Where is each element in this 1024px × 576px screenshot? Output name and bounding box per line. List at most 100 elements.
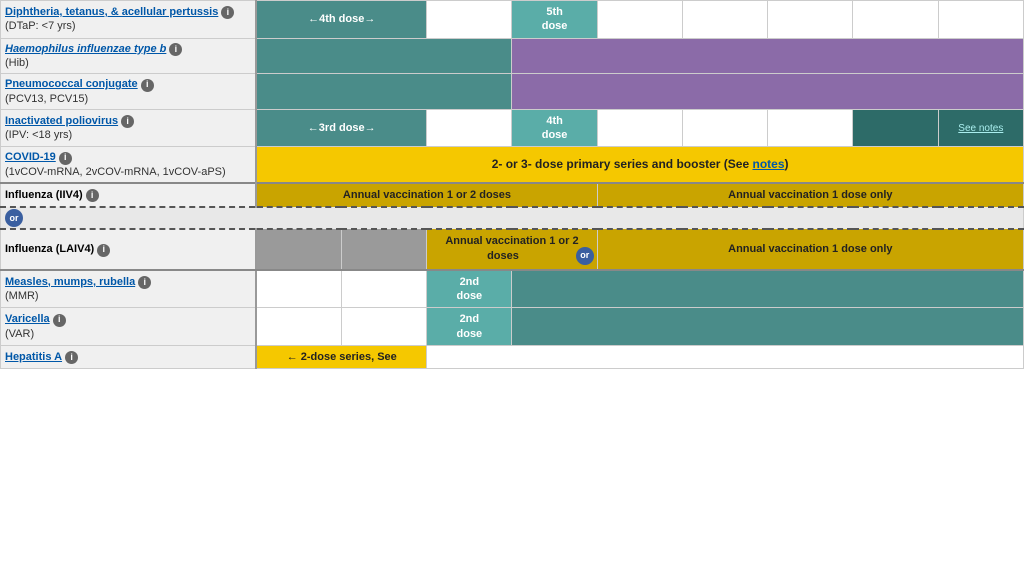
vaccine-subtext: (1vCOV-mRNA, 2vCOV-mRNA, 1vCOV-aPS) [5, 166, 226, 178]
dose-cell-3-0: ←3rd dose→ [256, 109, 427, 147]
cell-text: 5thdose [542, 6, 568, 32]
table-row: Hepatitis A i ← 2-dose series, See [1, 345, 1024, 368]
info-icon[interactable]: i [65, 351, 78, 364]
dose-cell-6-1 [341, 229, 426, 269]
dose-cell-0-0: ←4th dose→ [256, 1, 427, 39]
vaccine-name: Influenza (LAIV4) [5, 243, 94, 255]
dose-cell-0-4 [682, 1, 767, 39]
dose-cell-3-7: See notes [938, 109, 1023, 147]
dose-cell-3-3 [597, 109, 682, 147]
dose-cell-5-1: Annual vaccination 1 dose only [597, 183, 1023, 207]
table-row: Influenza (LAIV4) i Annual vaccination 1 … [1, 229, 1024, 269]
cell-text: Annual vaccination 1 dose only [728, 243, 892, 255]
info-icon[interactable]: i [169, 43, 182, 56]
dose-cell-7-3 [512, 270, 1024, 308]
cell-text: 4thdose [542, 115, 568, 141]
table-row: Inactivated poliovirus i (IPV: <18 yrs) ←3… [1, 109, 1024, 147]
dose-cell-6-0 [256, 229, 341, 269]
info-icon[interactable]: i [59, 152, 72, 165]
table-row: Measles, mumps, rubella i (MMR) 2nddose [1, 270, 1024, 308]
dose-cell-0-2: 5thdose [512, 1, 597, 39]
dose-cell-0-1 [427, 1, 512, 39]
vaccine-link[interactable]: Diphtheria, tetanus, & acellular pertuss… [5, 6, 218, 18]
info-icon[interactable]: i [86, 189, 99, 202]
dose-cell-8-2: 2nddose [427, 308, 512, 346]
cell-text: Annual vaccination 1 or 2 doses [343, 189, 511, 201]
dose-cell-0-3 [597, 1, 682, 39]
dose-cell-8-1 [341, 308, 426, 346]
table-row: Varicella i (VAR) 2nddose [1, 308, 1024, 346]
hep-a-text: ← 2-dose series, See [287, 351, 397, 363]
vaccination-table: Diphtheria, tetanus, & acellular pertuss… [0, 0, 1024, 369]
vaccine-link[interactable]: Pneumococcal conjugate [5, 78, 138, 90]
dose-cell-3-1 [427, 109, 512, 147]
dose-cell-6-3: Annual vaccination 1 dose only [597, 229, 1023, 269]
notes-link[interactable]: notes [752, 157, 784, 171]
table-row: Influenza (IIV4) i Annual vaccination 1 o… [1, 183, 1024, 207]
info-icon[interactable]: i [97, 244, 110, 257]
dose-cell-2-1 [512, 74, 1024, 110]
vaccine-name-cell: COVID-19 i(1vCOV-mRNA, 2vCOV-mRNA, 1vCOV… [1, 147, 257, 183]
vaccine-link[interactable]: Varicella [5, 313, 50, 325]
vaccine-name-cell: Diphtheria, tetanus, & acellular pertuss… [1, 1, 257, 39]
or-badge: or [5, 209, 23, 227]
vaccine-subtext: (IPV: <18 yrs) [5, 129, 72, 141]
dose-cell-0-7 [938, 1, 1023, 39]
info-icon[interactable]: i [53, 314, 66, 327]
table-row: Pneumococcal conjugate i (PCV13, PCV15) [1, 74, 1024, 110]
dose-cell-4-0: 2- or 3- dose primary series and booster… [256, 147, 1023, 183]
vaccine-link[interactable]: COVID-19 [5, 151, 56, 163]
vaccine-name-cell: Varicella i (VAR) [1, 308, 257, 346]
dose-cell-2-0 [256, 74, 512, 110]
dose-cell-7-1 [341, 270, 426, 308]
vaccine-name-cell: Influenza (IIV4) i [1, 183, 257, 207]
dose-cell-5-0: Annual vaccination 1 or 2 doses [256, 183, 597, 207]
info-icon[interactable]: i [121, 115, 134, 128]
vaccine-subtext: (Hib) [5, 57, 29, 69]
cell-text: Annual vaccination 1 dose only [728, 189, 892, 201]
vaccine-link[interactable]: Haemophilus influenzae type b [5, 43, 166, 55]
vaccine-name-cell: Influenza (LAIV4) i [1, 229, 257, 269]
vaccine-name-cell: Haemophilus influenzae type b i (Hib) [1, 38, 257, 74]
dose-cell-0-6 [853, 1, 938, 39]
dose-cell-3-5 [768, 109, 853, 147]
dose-cell-1-0 [256, 38, 512, 74]
info-icon[interactable]: i [138, 276, 151, 289]
vaccine-name-cell: Hepatitis A i [1, 345, 257, 368]
dose-cell-7-0 [256, 270, 341, 308]
vaccine-link[interactable]: Inactivated poliovirus [5, 115, 118, 127]
dose-cell-7-2: 2nddose [427, 270, 512, 308]
cell-text: 2nddose [457, 276, 483, 302]
dose-cell-3-2: 4thdose [512, 109, 597, 147]
cell-text: Annual vaccination 1 or 2 doses [445, 235, 578, 261]
dose-cell-0-5 [768, 1, 853, 39]
vaccine-link[interactable]: Measles, mumps, rubella [5, 276, 135, 288]
vaccine-link[interactable]: Hepatitis A [5, 351, 62, 363]
dose-cell-1-1 [512, 38, 1024, 74]
vaccine-name: Influenza (IIV4) [5, 189, 83, 201]
cell-text: 2nddose [457, 313, 483, 339]
table-row: Diphtheria, tetanus, & acellular pertuss… [1, 1, 1024, 39]
table-row: COVID-19 i(1vCOV-mRNA, 2vCOV-mRNA, 1vCOV… [1, 147, 1024, 183]
covid-series-text: 2- or 3- dose primary series and booster… [492, 157, 789, 171]
dose-cell-9-0: ← 2-dose series, See [256, 345, 427, 368]
see-notes-link[interactable]: See notes [958, 123, 1003, 134]
dose-cell-8-3 [512, 308, 1024, 346]
dose-cell-3-4 [682, 109, 767, 147]
vaccine-subtext: (VAR) [5, 328, 34, 340]
vaccine-subtext: (PCV13, PCV15) [5, 93, 88, 105]
vaccine-subtext: (MMR) [5, 290, 39, 302]
vaccine-name-cell: Inactivated poliovirus i (IPV: <18 yrs) [1, 109, 257, 147]
vaccine-subtext: (DTaP: <7 yrs) [5, 20, 76, 32]
cell-text: ←4th dose→ [308, 13, 375, 25]
or-badge-inline: or [576, 247, 594, 265]
cell-text: ←3rd dose→ [308, 122, 376, 134]
dose-cell-3-6 [853, 109, 938, 147]
vaccine-name-cell: Pneumococcal conjugate i (PCV13, PCV15) [1, 74, 257, 110]
dose-cell-8-0 [256, 308, 341, 346]
dose-cell-6-2: Annual vaccination 1 or 2 dosesor [427, 229, 597, 269]
dose-cell-9-1 [427, 345, 1024, 368]
info-icon[interactable]: i [141, 79, 154, 92]
info-icon[interactable]: i [221, 6, 234, 19]
table-row: Haemophilus influenzae type b i (Hib) [1, 38, 1024, 74]
